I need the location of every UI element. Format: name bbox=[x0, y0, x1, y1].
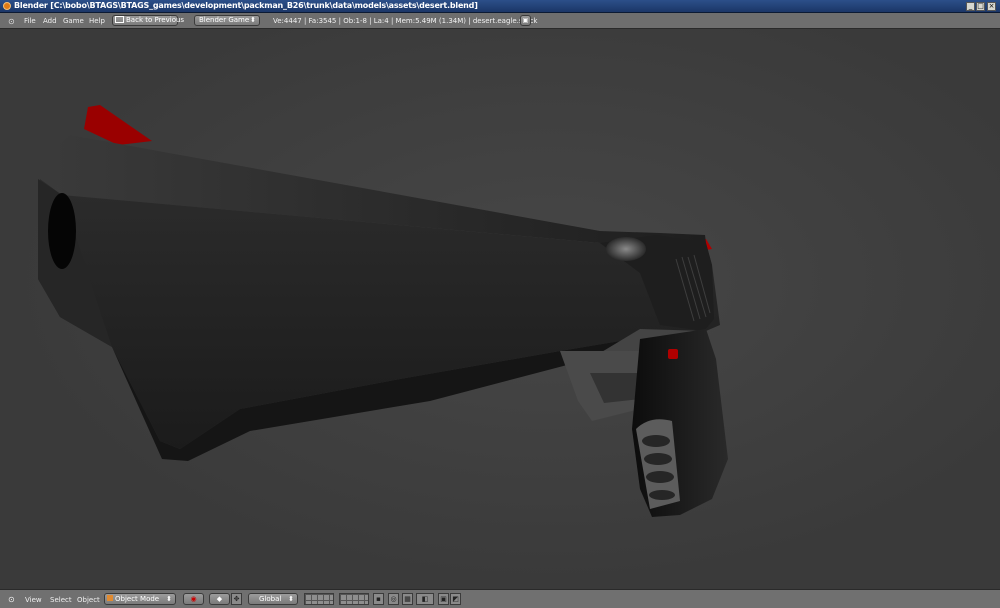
menu-select[interactable]: Select bbox=[50, 596, 72, 604]
snap-target-select[interactable]: ◧ bbox=[416, 593, 434, 605]
shading-icon: ◉ bbox=[190, 595, 197, 603]
barrel-bore bbox=[48, 193, 76, 269]
snap-element-icon[interactable]: ▦ bbox=[402, 593, 413, 605]
orientation-label: Global bbox=[259, 595, 282, 603]
chevron-updown-icon: ⬍ bbox=[166, 595, 172, 603]
snap-icon[interactable]: ◎ bbox=[388, 593, 399, 605]
layers-grid-left[interactable] bbox=[304, 593, 334, 605]
maximize-button[interactable]: □ bbox=[976, 2, 985, 11]
menu-add[interactable]: Add bbox=[43, 17, 57, 25]
viewport-shading-select[interactable]: ◉ bbox=[183, 593, 204, 605]
menu-object[interactable]: Object bbox=[77, 596, 100, 604]
menu-view[interactable]: View bbox=[25, 596, 42, 604]
opengl-render-icon[interactable]: ◩ bbox=[450, 593, 461, 605]
manipulator-icon[interactable]: ✥ bbox=[231, 593, 242, 605]
front-sight bbox=[84, 105, 152, 145]
3d-view-header: ⊙ View Select Object Object Mode ⬍ ◉ ◆ ✥… bbox=[0, 589, 1000, 608]
camera-icon[interactable]: ▣ bbox=[520, 15, 531, 26]
info-header: ⊙ File Add Game Help Back to Previous Bl… bbox=[0, 13, 1000, 29]
scene-stats: Ve:4447 | Fa:3545 | Ob:1-8 | La:4 | Mem:… bbox=[273, 17, 538, 25]
slide-release-button bbox=[668, 349, 678, 359]
editor-type-icon-bottom[interactable]: ⊙ bbox=[8, 595, 15, 604]
render-engine-select[interactable]: Blender Game ⬍ bbox=[194, 15, 260, 26]
pivot-icon: ◆ bbox=[216, 595, 223, 603]
chevron-updown-icon: ⬍ bbox=[250, 16, 256, 24]
lock-layers-icon[interactable]: ▪ bbox=[373, 593, 384, 605]
mode-label: Object Mode bbox=[115, 595, 160, 603]
window-title-bar: Blender [C:\bobo\BTAGS\BTAGS_games\devel… bbox=[0, 0, 1000, 13]
menu-game[interactable]: Game bbox=[63, 17, 84, 25]
back-to-previous-label: Back to Previous bbox=[126, 16, 185, 24]
minimize-button[interactable]: _ bbox=[966, 2, 975, 11]
desert-eagle-model bbox=[38, 105, 728, 517]
back-to-previous-button[interactable]: Back to Previous bbox=[112, 15, 184, 26]
pivot-point-select[interactable]: ◆ bbox=[209, 593, 230, 605]
cube-icon bbox=[107, 595, 113, 601]
render-engine-label: Blender Game bbox=[199, 16, 250, 24]
mode-select[interactable]: Object Mode ⬍ bbox=[104, 593, 176, 605]
editor-type-icon[interactable]: ⊙ bbox=[8, 17, 15, 26]
render-icon[interactable]: ▣ bbox=[438, 593, 449, 605]
menu-help[interactable]: Help bbox=[89, 17, 105, 25]
screen-icon bbox=[115, 16, 124, 23]
3d-viewport[interactable] bbox=[0, 29, 1000, 589]
menu-file[interactable]: File bbox=[24, 17, 36, 25]
close-button[interactable]: × bbox=[987, 2, 996, 11]
blender-logo-icon bbox=[3, 2, 11, 10]
layers-grid-right[interactable] bbox=[339, 593, 369, 605]
ejection-port-highlight bbox=[606, 237, 646, 261]
transform-orientation-select[interactable]: Global ⬍ bbox=[248, 593, 298, 605]
window-title: Blender [C:\bobo\BTAGS\BTAGS_games\devel… bbox=[14, 1, 478, 10]
chevron-updown-icon: ⬍ bbox=[288, 595, 294, 603]
